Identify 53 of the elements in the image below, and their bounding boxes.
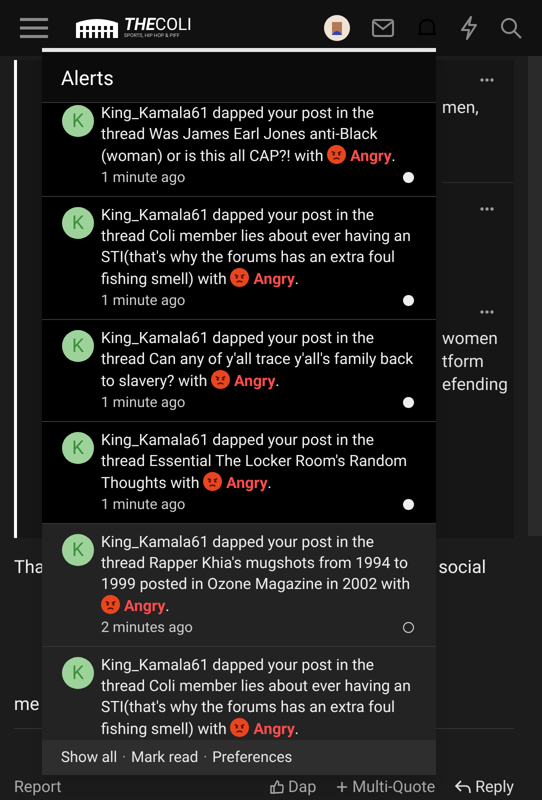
alert-item[interactable]: K King_Kamala61 dapped your post in the thread Rapper Khia's mugshots from 1994 to 1999 posted in Ozone Magazine in 2002 with Angry. 2 minutes ago xyxy=(42,524,436,647)
post-text: social xyxy=(438,556,486,580)
hand-icon xyxy=(270,780,284,794)
menu-icon[interactable] xyxy=(20,16,48,40)
alert-item[interactable]: K King_Kamala61 dapped your post in the thread Coli member lies about ever having an STI(that's why the forums has an extra foul fishing smell) with Angry. 1 minute ago xyxy=(42,197,436,320)
report-link[interactable]: Report xyxy=(14,775,62,799)
alert-text: King_Kamala61 dapped your post in the thread Coli member lies about ever having an STI(that's why the forums has an extra foul fishing smell) with Angry. xyxy=(101,655,412,740)
alert-time: 2 minutes ago xyxy=(101,618,193,638)
post-text: efending xyxy=(442,374,508,396)
alert-item[interactable]: K King_Kamala61 dapped your post in the thread Coli member lies about ever having an STI(that's why the forums has an extra foul fishing smell) with Angry. xyxy=(42,647,436,740)
search-icon[interactable] xyxy=(500,17,522,39)
mail-icon[interactable] xyxy=(372,19,394,37)
alert-text: King_Kamala61 dapped your post in the thread Essential The Locker Room's Random Thoughts with Angry. xyxy=(101,430,408,494)
alert-text: King_Kamala61 dapped your post in the thread Coli member lies about ever having an STI(that's why the forums has an extra foul fishing smell) with Angry. xyxy=(101,205,412,290)
angry-face-icon xyxy=(211,370,230,389)
angry-face-icon xyxy=(101,595,120,614)
colosseum-icon xyxy=(74,17,120,39)
menu-title: Alerts xyxy=(42,52,436,103)
angry-face-icon xyxy=(230,268,250,287)
post-text: men, xyxy=(442,97,479,120)
dap-button[interactable]: Dap xyxy=(270,775,316,799)
alert-item[interactable]: K King_Kamala61 dapped your post in the thread Was James Earl Jones anti-Black (woman) or is this all CAP?! with Angry. 1 minute ago xyxy=(42,103,436,197)
logo-text: COLI xyxy=(155,17,192,34)
alert-item[interactable]: K King_Kamala61 dapped your post in the thread Essential The Locker Room's Random Thoughts with Angry. 1 minute ago xyxy=(42,422,436,524)
more-options-icon[interactable] xyxy=(480,206,494,210)
bolt-icon[interactable] xyxy=(460,16,478,40)
alert-time: 1 minute ago xyxy=(101,291,186,311)
logo-text: THE xyxy=(124,17,156,34)
alert-item[interactable]: K King_Kamala61 dapped your post in the thread Can any of y'all trace y'all's family back to slavery? with Angry. 1 minute ago xyxy=(42,320,436,422)
footer-link[interactable]: Preferences xyxy=(212,746,292,769)
alert-text: King_Kamala61 dapped your post in the thread Was James Earl Jones anti-Black (woman) or is this all CAP?! with Angry. xyxy=(101,103,397,167)
post-text: women xyxy=(442,328,498,350)
more-options-icon[interactable] xyxy=(480,78,494,82)
separator: · xyxy=(203,747,208,768)
multi-quote-button[interactable]: Multi-Quote xyxy=(336,775,436,799)
reply-button[interactable]: Reply xyxy=(455,775,514,799)
alert-time: 1 minute ago xyxy=(101,495,186,515)
angry-face-icon xyxy=(327,145,346,164)
alert-time: 1 minute ago xyxy=(101,168,186,188)
reply-icon xyxy=(455,780,472,794)
separator: · xyxy=(122,747,126,768)
post-text: tform xyxy=(442,350,484,374)
angry-face-icon xyxy=(230,718,250,737)
plus-icon xyxy=(336,781,348,793)
more-options-icon[interactable] xyxy=(480,310,494,314)
footer-link[interactable]: Show all xyxy=(61,746,118,769)
avatar-icon[interactable] xyxy=(324,15,350,41)
post-text: me xyxy=(14,693,40,717)
footer-link[interactable]: Mark read xyxy=(131,746,198,769)
alert-text: King_Kamala61 dapped your post in the thread Rapper Khia's mugshots from 1994 to 1999 posted in Ozone Magazine in 2002 with Angry. xyxy=(101,532,412,617)
alert-time: 1 minute ago xyxy=(101,393,186,413)
alert-text: King_Kamala61 dapped your post in the thread Can any of y'all trace y'all's family back to slavery? with Angry. xyxy=(101,328,414,392)
angry-face-icon xyxy=(203,472,222,491)
